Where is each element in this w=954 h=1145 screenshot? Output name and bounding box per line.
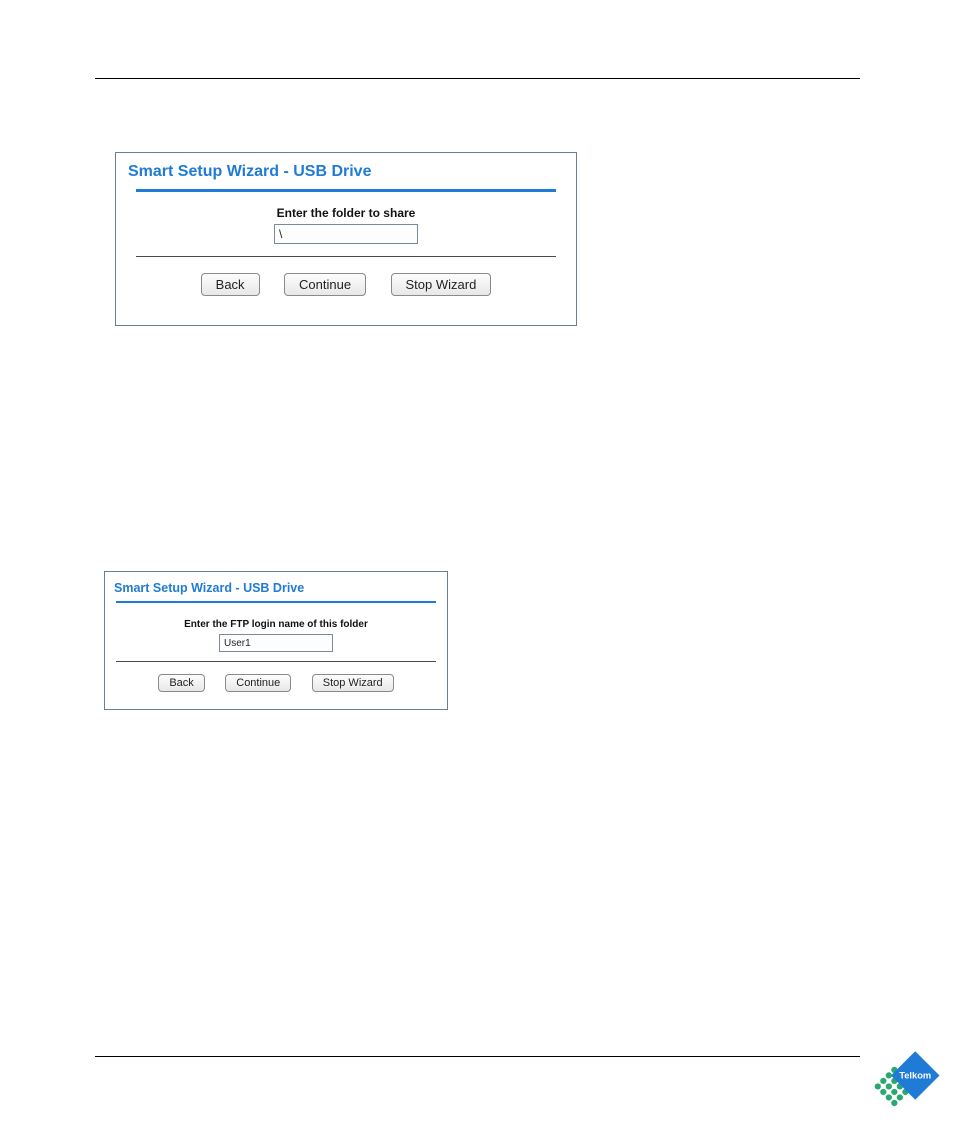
wizard-button-row: Back Continue Stop Wizard bbox=[105, 674, 447, 692]
wizard-panel-ftp-login: Smart Setup Wizard - USB Drive Enter the… bbox=[104, 571, 448, 710]
folder-input[interactable] bbox=[274, 224, 418, 244]
page-rule-bottom bbox=[95, 1056, 860, 1057]
stop-wizard-button[interactable]: Stop Wizard bbox=[312, 674, 394, 692]
wizard-divider-top bbox=[136, 189, 556, 192]
document-page: Smart Setup Wizard - USB Drive Enter the… bbox=[0, 0, 954, 1145]
page-rule-top bbox=[95, 78, 860, 79]
back-button[interactable]: Back bbox=[158, 674, 204, 692]
wizard-prompt: Enter the FTP login name of this folder bbox=[105, 619, 447, 630]
telkom-logo-icon: Telkom bbox=[870, 1049, 948, 1127]
wizard-button-row: Back Continue Stop Wizard bbox=[116, 273, 576, 296]
wizard-divider-bottom bbox=[136, 256, 556, 257]
back-button[interactable]: Back bbox=[201, 273, 260, 296]
continue-button[interactable]: Continue bbox=[225, 674, 291, 692]
wizard-prompt: Enter the folder to share bbox=[116, 206, 576, 220]
wizard-divider-top bbox=[116, 601, 436, 603]
wizard-title: Smart Setup Wizard - USB Drive bbox=[105, 572, 447, 601]
logo-brand-text: Telkom bbox=[899, 1071, 931, 1081]
wizard-divider-bottom bbox=[116, 661, 436, 662]
continue-button[interactable]: Continue bbox=[284, 273, 366, 296]
wizard-title: Smart Setup Wizard - USB Drive bbox=[116, 153, 576, 189]
wizard-panel-folder: Smart Setup Wizard - USB Drive Enter the… bbox=[115, 152, 577, 326]
ftp-login-input[interactable] bbox=[219, 634, 333, 652]
stop-wizard-button[interactable]: Stop Wizard bbox=[391, 273, 492, 296]
